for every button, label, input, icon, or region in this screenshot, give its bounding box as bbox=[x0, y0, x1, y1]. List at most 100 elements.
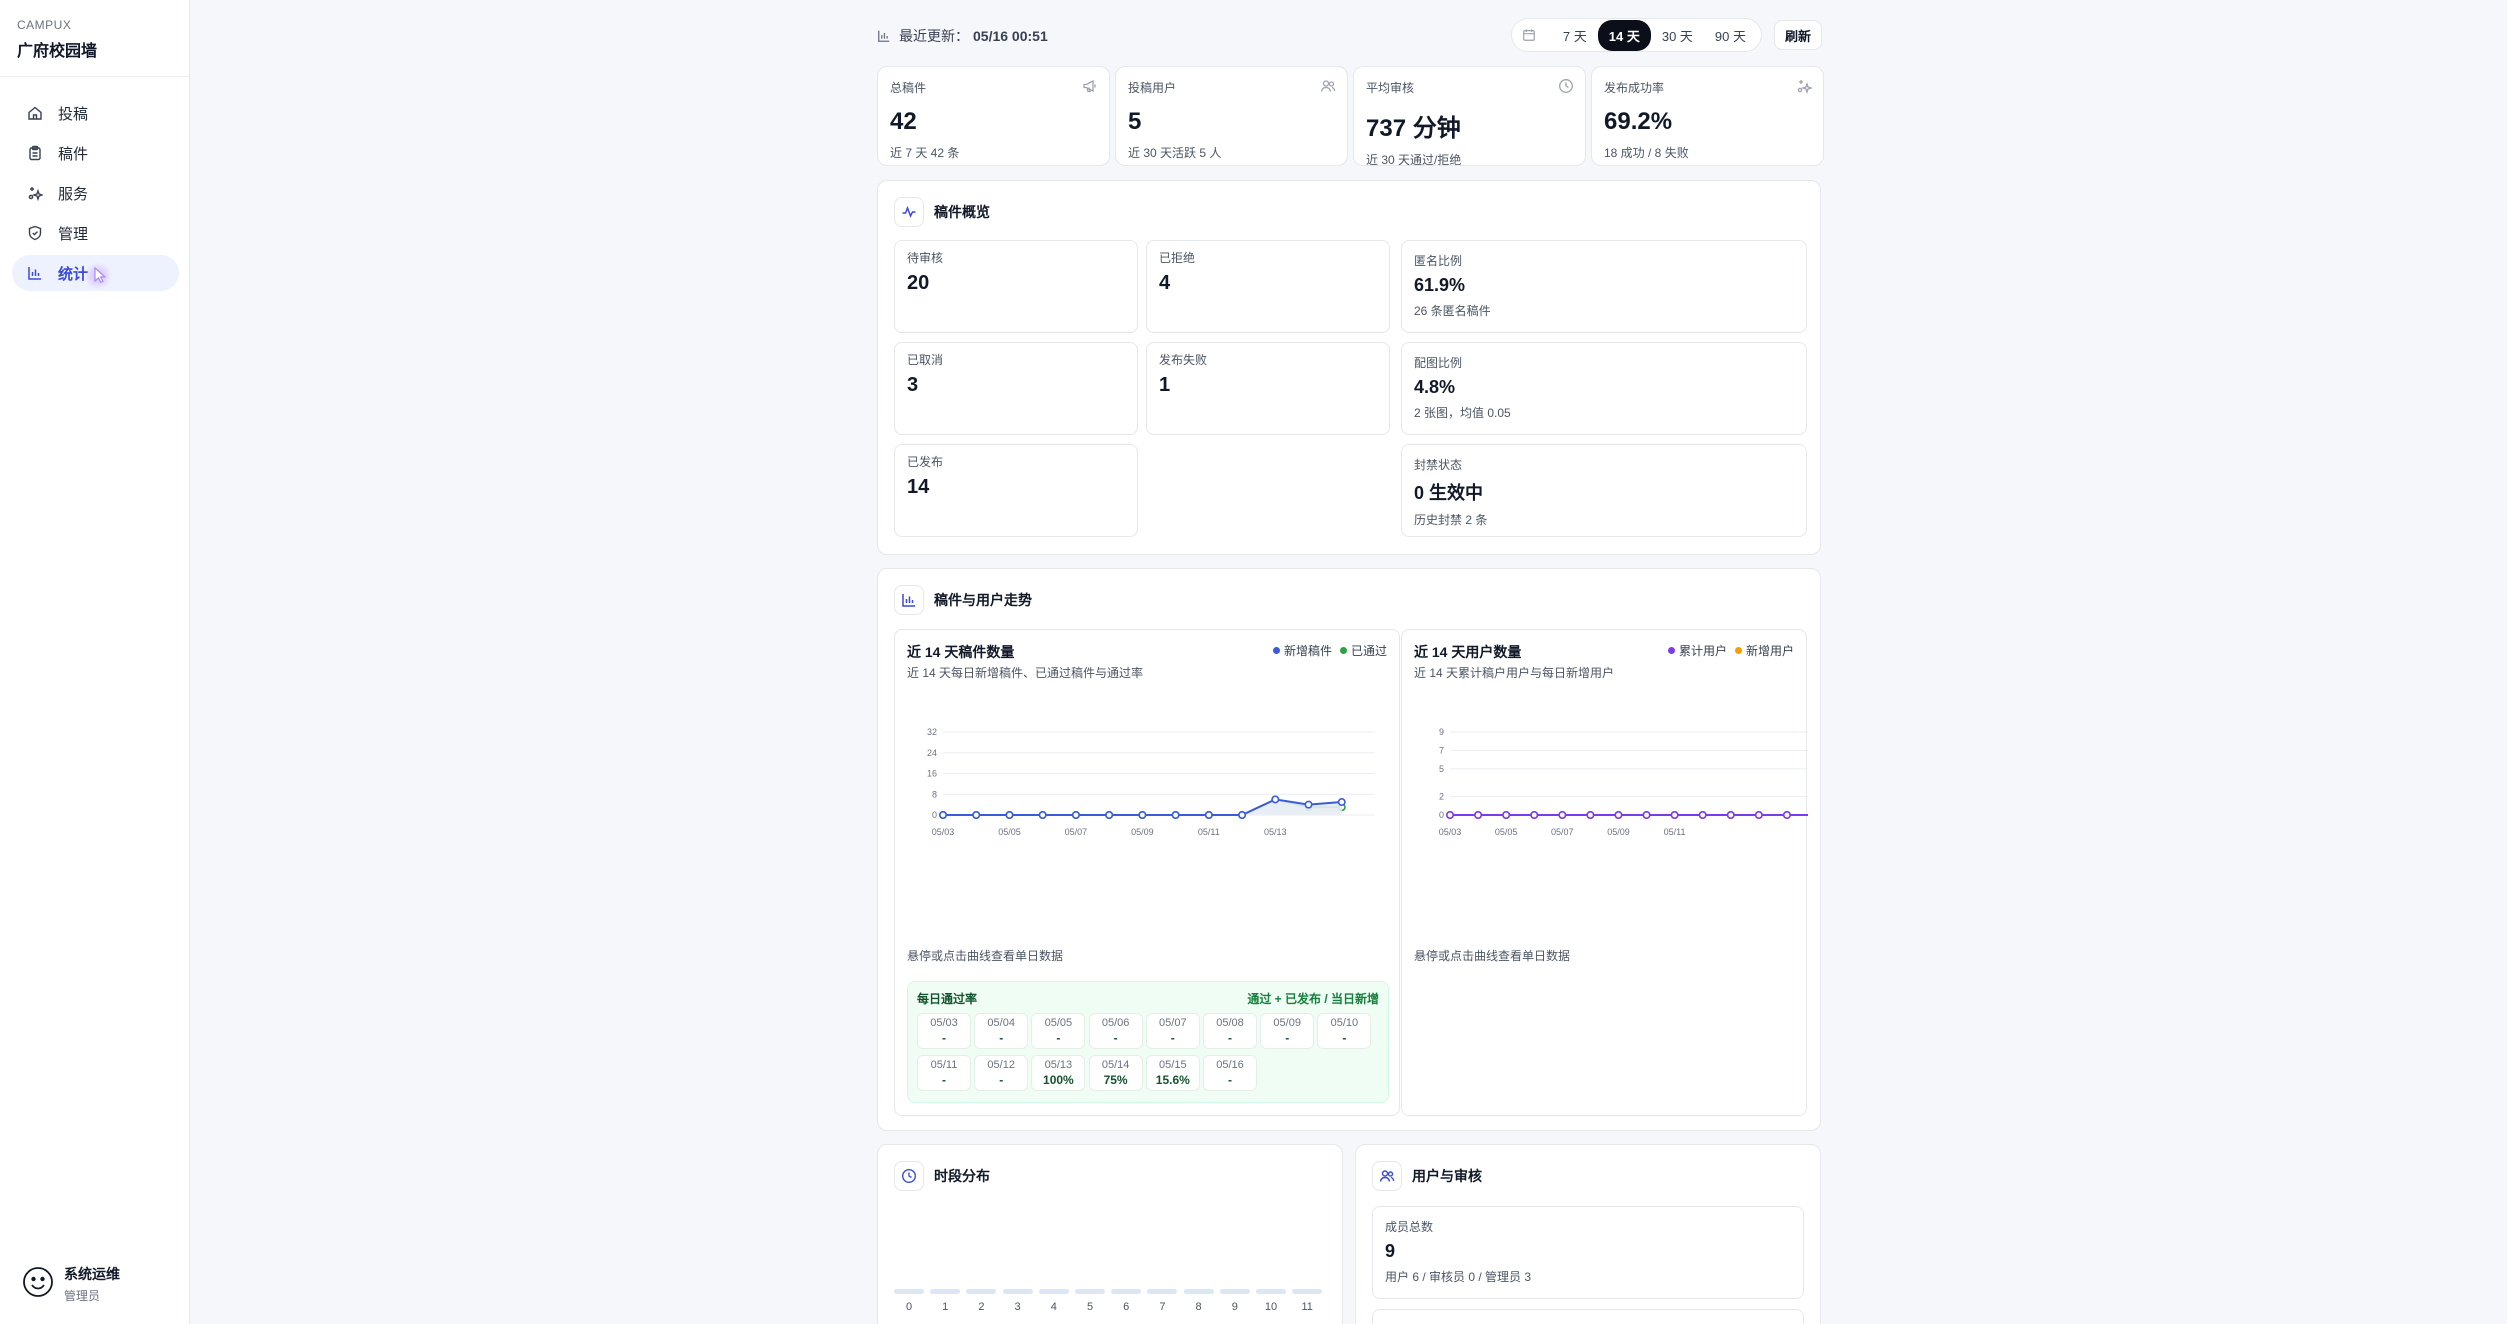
pass-rate-date: 05/05 bbox=[1044, 1017, 1073, 1029]
pass-rate-cell[interactable]: 05/13 100% bbox=[1031, 1055, 1086, 1091]
pass-rate-cell[interactable]: 05/11 - bbox=[917, 1055, 971, 1091]
data-point bbox=[972, 811, 981, 820]
legend-item[interactable]: 新增用户 bbox=[1734, 642, 1794, 659]
sidebar-item-services[interactable]: 服务 bbox=[12, 175, 179, 211]
kpi-card-publish-rate: 发布成功率 69.2% 18 成功 / 8 失败 bbox=[1591, 66, 1824, 166]
legend-swatch bbox=[1339, 647, 1347, 654]
pass-rate-cell[interactable]: 05/12 - bbox=[974, 1055, 1029, 1091]
hour-bar[interactable] bbox=[1075, 1289, 1105, 1294]
pass-rate-cell[interactable]: 05/05 - bbox=[1031, 1013, 1086, 1049]
users-review-section: 用户与审核 成员总数 9 用户 6 / 审核员 0 / 管理员 3 bbox=[1355, 1144, 1821, 1324]
stat-label: 封禁状态 bbox=[1414, 458, 1463, 472]
hour-tick-label: 1 bbox=[942, 1301, 949, 1313]
users-line-chart[interactable]: 0 2 5 7 9 05/03 05/05 05/07 05/09 05/11 bbox=[1402, 710, 1808, 840]
y-tick-label: 7 bbox=[1439, 745, 1444, 755]
pass-rate-cell[interactable]: 05/06 - bbox=[1088, 1013, 1143, 1049]
pass-rate-value: - bbox=[942, 1031, 946, 1045]
hour-bar[interactable] bbox=[1002, 1289, 1033, 1294]
sidebar-item-label: 投稿 bbox=[58, 105, 89, 123]
pass-rate-cell[interactable]: 05/14 75% bbox=[1088, 1055, 1143, 1091]
pass-rate-date: 05/13 bbox=[1044, 1059, 1073, 1071]
anonymous-ratio: 匿名比例 61.9% 26 条匿名稿件 bbox=[1401, 240, 1807, 333]
hour-bar[interactable] bbox=[1292, 1289, 1323, 1294]
y-tick-label: 0 bbox=[932, 810, 937, 820]
data-point bbox=[1642, 811, 1651, 820]
stat-label: 已拒绝 bbox=[1159, 251, 1196, 265]
user-profile[interactable]: 系统运维 管理员 bbox=[22, 1264, 120, 1304]
data-point bbox=[1005, 811, 1014, 820]
legend-swatch bbox=[1667, 647, 1675, 654]
pass-rate-cell[interactable]: 05/07 - bbox=[1145, 1013, 1200, 1049]
range-option-7d[interactable]: 7 天 bbox=[1552, 20, 1598, 51]
kpi-sub: 近 30 天活跃 5 人 bbox=[1128, 146, 1222, 160]
chart-title: 近 14 天稿件数量 bbox=[907, 644, 1015, 660]
hour-tick-label: 5 bbox=[1086, 1301, 1094, 1313]
hour-tick-label: 9 bbox=[1231, 1301, 1238, 1313]
posts-chart-panel: 近 14 天稿件数量 近 14 天每日新增稿件、已通过稿件与通过率 新增稿件 已… bbox=[894, 629, 1400, 1116]
pass-rate-date: 05/06 bbox=[1101, 1017, 1130, 1029]
pass-rate-cell[interactable]: 05/16 - bbox=[1203, 1055, 1257, 1091]
sidebar-item-label: 稿件 bbox=[58, 145, 89, 163]
pass-rate-value: 15.6% bbox=[1155, 1073, 1190, 1087]
range-option-14d[interactable]: 14 天 bbox=[1597, 19, 1651, 51]
hour-bar[interactable] bbox=[1111, 1289, 1142, 1294]
posts-line-chart[interactable]: 0 8 16 24 32 05/03 05/05 05/07 05/09 05/11 05/13 bbox=[895, 710, 1401, 840]
hour-bar[interactable] bbox=[894, 1289, 924, 1294]
home-icon bbox=[26, 104, 44, 122]
hour-tick-label: 11 bbox=[1301, 1301, 1313, 1313]
pass-rate-cell[interactable]: 05/03 - bbox=[917, 1013, 971, 1049]
pass-rate-cell[interactable]: 05/09 - bbox=[1260, 1013, 1315, 1049]
stat-label: 发布失败 bbox=[1159, 353, 1208, 367]
x-tick-label: 05/03 bbox=[932, 827, 955, 837]
data-point bbox=[1038, 811, 1047, 820]
range-option-90d[interactable]: 90 天 bbox=[1704, 20, 1757, 51]
hour-bar[interactable] bbox=[1038, 1289, 1069, 1294]
kpi-label: 发布成功率 bbox=[1604, 81, 1665, 95]
legend-item[interactable]: 累计用户 bbox=[1667, 642, 1727, 659]
users-icon bbox=[1372, 1161, 1402, 1191]
pass-rate-cell[interactable]: 05/10 - bbox=[1317, 1013, 1372, 1049]
pass-rate-rule: 通过 + 已发布 / 当日新增 bbox=[1247, 992, 1379, 1006]
kpi-label: 总稿件 bbox=[890, 81, 927, 95]
data-point bbox=[1105, 811, 1114, 820]
data-point bbox=[1445, 811, 1454, 820]
refresh-button[interactable]: 刷新 bbox=[1774, 20, 1822, 50]
legend-item[interactable]: 已通过 bbox=[1339, 642, 1387, 659]
overview-title: 稿件概览 bbox=[934, 204, 990, 220]
hour-bar[interactable] bbox=[930, 1289, 961, 1294]
data-point bbox=[1337, 798, 1346, 807]
pass-rate-cell[interactable]: 05/15 15.6% bbox=[1145, 1055, 1200, 1091]
users-chart-panel: 近 14 天用户数量 近 14 天累计稿户用户与每日新增用户 累计用户 新增用户… bbox=[1401, 629, 1808, 1116]
y-tick-label: 32 bbox=[927, 727, 937, 737]
pass-rate-cell[interactable]: 05/04 - bbox=[974, 1013, 1029, 1049]
bar-chart-icon bbox=[877, 29, 891, 43]
sidebar-item-submit[interactable]: 投稿 bbox=[12, 95, 179, 131]
hour-bar[interactable] bbox=[1183, 1289, 1214, 1294]
pass-rate-date: 05/12 bbox=[987, 1059, 1015, 1071]
users-review-title: 用户与审核 bbox=[1412, 1168, 1482, 1184]
last-updated-value: 05/16 00:51 bbox=[973, 28, 1048, 44]
kpi-sub: 近 7 天 42 条 bbox=[890, 146, 960, 160]
calendar-icon bbox=[1522, 28, 1544, 42]
x-tick-label: 05/09 bbox=[1131, 827, 1154, 837]
hour-bar[interactable] bbox=[1256, 1289, 1286, 1294]
pass-rate-cell[interactable]: 05/08 - bbox=[1203, 1013, 1257, 1049]
hour-bar[interactable] bbox=[966, 1289, 997, 1294]
legend-label: 已通过 bbox=[1350, 644, 1387, 658]
data-point bbox=[1238, 811, 1247, 820]
sidebar-divider bbox=[0, 76, 189, 77]
hourly-header: 时段分布 bbox=[894, 1161, 990, 1191]
hour-bar[interactable] bbox=[1219, 1289, 1250, 1294]
data-point bbox=[1726, 811, 1735, 820]
sidebar-item-admin[interactable]: 管理 bbox=[12, 215, 179, 251]
hour-bar[interactable] bbox=[1147, 1289, 1178, 1294]
legend-item[interactable]: 新增稿件 bbox=[1272, 642, 1332, 659]
data-point bbox=[1138, 811, 1147, 820]
y-tick-label: 8 bbox=[932, 789, 937, 799]
data-point bbox=[1698, 811, 1707, 820]
sidebar-item-posts[interactable]: 稿件 bbox=[12, 135, 179, 171]
chart-subtitle: 近 14 天累计稿户用户与每日新增用户 bbox=[1414, 666, 1615, 680]
range-option-30d[interactable]: 30 天 bbox=[1651, 20, 1704, 51]
kpi-value: 42 bbox=[890, 108, 917, 135]
clipboard-icon bbox=[26, 144, 44, 162]
